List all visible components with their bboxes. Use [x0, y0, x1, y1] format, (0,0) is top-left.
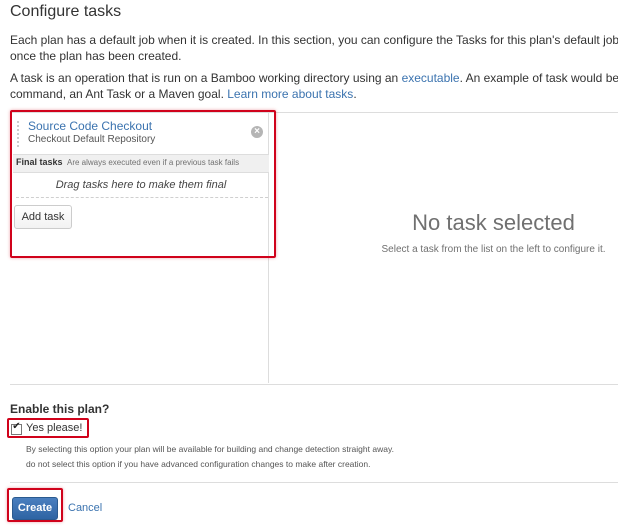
description-text: . [353, 87, 357, 101]
enable-plan-highlight [7, 418, 89, 438]
description-line-4: command, an Ant Task or a Maven goal. Le… [10, 86, 618, 102]
enable-plan-heading: Enable this plan? [10, 402, 110, 416]
actions-divider [10, 482, 618, 483]
executable-link[interactable]: executable [402, 71, 460, 85]
description-text: A task is an operation that is run on a … [10, 71, 402, 85]
description-line-3: A task is an operation that is run on a … [10, 70, 618, 86]
create-button[interactable]: Create [12, 497, 58, 520]
no-task-selected-title: No task selected [412, 210, 575, 235]
enable-plan-help-2: do not select this option if you have ad… [26, 459, 371, 469]
description-line-1: Each plan has a default job when it is c… [10, 33, 618, 47]
learn-more-link[interactable]: Learn more about tasks [227, 87, 353, 101]
description-text: . An example of task would be the execut… [459, 71, 618, 85]
task-list-highlight [10, 110, 276, 258]
cancel-link[interactable]: Cancel [68, 502, 102, 514]
page-title: Configure tasks [10, 3, 122, 20]
description-text: command, an Ant Task or a Maven goal. [10, 87, 228, 101]
enable-plan-help-1: By selecting this option your plan will … [26, 444, 394, 454]
description-line-2: once the plan has been created. [10, 49, 182, 63]
no-task-selected-help: Select a task from the list on the left … [381, 244, 606, 255]
